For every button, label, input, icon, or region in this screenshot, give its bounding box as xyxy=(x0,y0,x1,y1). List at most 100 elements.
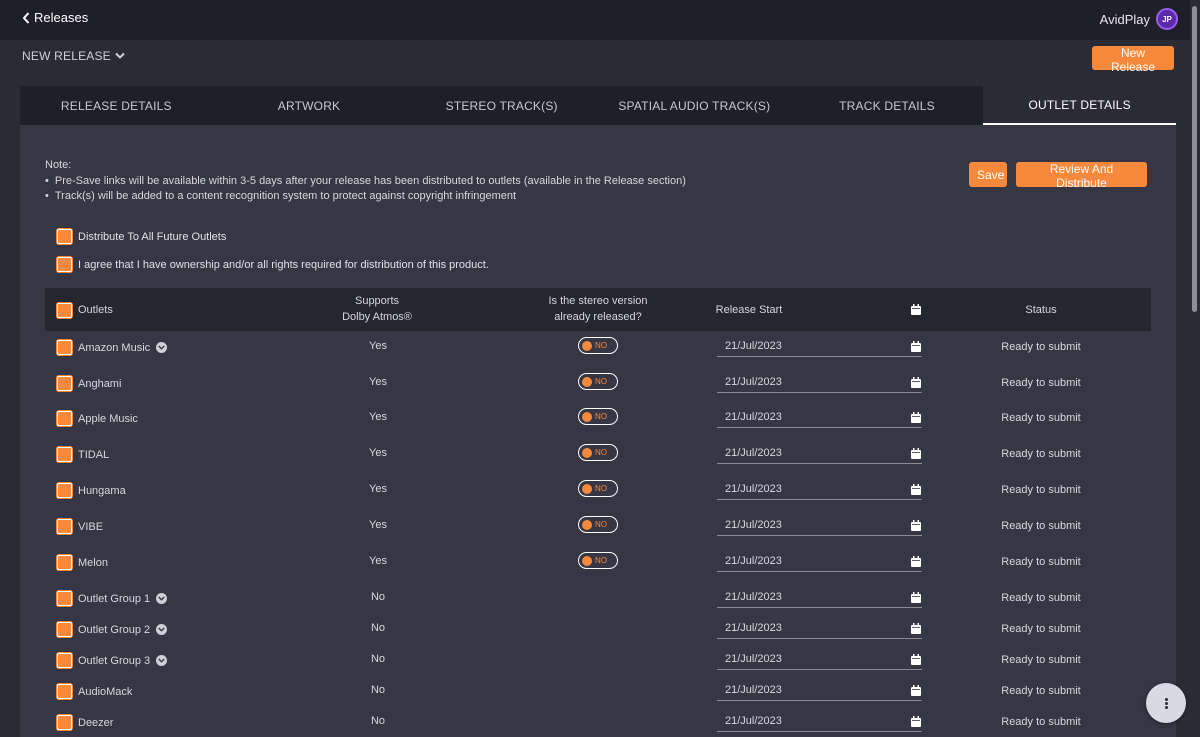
tab-spatial-audio-tracks[interactable]: SPATIAL AUDIO TRACK(S) xyxy=(598,86,791,125)
outlet-checkbox[interactable] xyxy=(57,622,72,637)
calendar-icon[interactable] xyxy=(911,623,921,634)
table-row: Outlet Group 3 No 21/Jul/2023 Ready to subm… xyxy=(45,645,1151,675)
calendar-icon[interactable] xyxy=(911,592,921,603)
calendar-icon[interactable] xyxy=(911,654,921,665)
expand-chevron-icon[interactable] xyxy=(156,593,168,604)
release-start-date-input[interactable]: 21/Jul/2023 xyxy=(717,648,922,670)
outlet-name: Melon xyxy=(78,556,108,569)
new-release-button[interactable]: New Release xyxy=(1092,46,1174,74)
note-item: Pre-Save links will be available within … xyxy=(45,174,686,190)
expand-chevron-icon[interactable] xyxy=(156,655,168,666)
expand-chevron-icon[interactable] xyxy=(156,624,168,635)
toggle-label: NO xyxy=(595,520,607,529)
calendar-icon[interactable] xyxy=(911,448,921,459)
outlet-checkbox[interactable] xyxy=(57,376,72,391)
release-start-date-input[interactable]: 21/Jul/2023 xyxy=(717,514,922,536)
select-all-outlets-checkbox[interactable] xyxy=(57,302,72,318)
outlet-checkbox[interactable] xyxy=(57,340,72,355)
note-title: Note: xyxy=(45,159,72,171)
stereo-released-toggle[interactable]: NO xyxy=(578,408,618,425)
note: Note: Pre-Save links will be available w… xyxy=(45,158,686,205)
release-start-date-value: 21/Jul/2023 xyxy=(725,518,782,531)
atmos-support-value: Yes xyxy=(369,340,387,352)
back-to-releases-link[interactable]: Releases xyxy=(22,10,88,25)
future-outlets-label: Distribute To All Future Outlets xyxy=(78,230,227,243)
status-value: Ready to submit xyxy=(1001,716,1081,728)
calendar-icon[interactable] xyxy=(911,377,921,388)
stereo-released-toggle[interactable]: NO xyxy=(578,444,618,461)
calendar-icon[interactable] xyxy=(911,716,921,727)
tab-release-details[interactable]: RELEASE DETAILS xyxy=(20,86,213,125)
calendar-icon[interactable] xyxy=(911,412,921,423)
calendar-icon[interactable] xyxy=(911,341,921,352)
review-and-distribute-button[interactable]: Review And Distribute xyxy=(1016,162,1147,190)
table-row: Outlet Group 1 No 21/Jul/2023 Ready to subm… xyxy=(45,583,1151,613)
release-start-date-input[interactable]: 21/Jul/2023 xyxy=(717,710,922,732)
tab-track-details[interactable]: TRACK DETAILS xyxy=(791,86,984,125)
outlet-checkbox[interactable] xyxy=(57,483,72,498)
more-actions-button[interactable] xyxy=(1146,683,1186,723)
release-start-date-input[interactable]: 21/Jul/2023 xyxy=(717,679,922,701)
calendar-icon[interactable] xyxy=(911,484,921,495)
expand-chevron-icon[interactable] xyxy=(156,342,168,353)
chevron-down-icon xyxy=(115,52,125,59)
release-start-date-input[interactable]: 21/Jul/2023 xyxy=(717,335,922,357)
outlet-name: AudioMack xyxy=(78,685,133,698)
stereo-released-toggle[interactable]: NO xyxy=(578,552,618,569)
agreement-option: I agree that I have ownership and/or all… xyxy=(57,257,489,272)
outlet-checkbox[interactable] xyxy=(57,447,72,462)
toggle-label: NO xyxy=(595,341,607,350)
outlet-checkbox[interactable] xyxy=(57,411,72,426)
calendar-icon[interactable] xyxy=(911,556,921,567)
outlet-cell: Amazon Music xyxy=(57,340,168,355)
release-start-date-input[interactable]: 21/Jul/2023 xyxy=(717,550,922,572)
outlet-checkbox[interactable] xyxy=(57,591,72,606)
release-start-date-value: 21/Jul/2023 xyxy=(725,683,782,696)
stereo-released-toggle[interactable]: NO xyxy=(578,337,618,354)
release-start-date-input[interactable]: 21/Jul/2023 xyxy=(717,617,922,639)
outlet-name: Outlet Group 2 xyxy=(78,623,151,636)
stereo-released-toggle[interactable]: NO xyxy=(578,480,618,497)
outlet-checkbox[interactable] xyxy=(57,555,72,570)
tab-artwork[interactable]: ARTWORK xyxy=(213,86,406,125)
outlet-name: Deezer xyxy=(78,716,114,729)
release-start-date-input[interactable]: 21/Jul/2023 xyxy=(717,442,922,464)
future-outlets-checkbox[interactable] xyxy=(57,229,72,244)
calendar-icon[interactable] xyxy=(911,520,921,531)
atmos-header-line1: Supports xyxy=(354,295,400,307)
table-row: VIBE Yes NO 21/Jul/2023 Ready to submit xyxy=(45,511,1151,541)
release-start-date-input[interactable]: 21/Jul/2023 xyxy=(717,406,922,428)
toggle-knob xyxy=(582,340,592,351)
toggle-knob xyxy=(582,555,592,566)
toggle-knob xyxy=(582,376,592,387)
toggle-knob xyxy=(582,447,592,458)
release-start-date-input[interactable]: 21/Jul/2023 xyxy=(717,586,922,608)
tab-outlet-details[interactable]: OUTLET DETAILS xyxy=(983,86,1177,125)
outlet-checkbox[interactable] xyxy=(57,653,72,668)
outlet-name: Anghami xyxy=(78,377,122,390)
outlet-cell: Hungama xyxy=(57,483,126,498)
save-button[interactable]: Save xyxy=(969,162,1007,187)
outlet-name: VIBE xyxy=(78,520,104,533)
calendar-icon[interactable] xyxy=(911,304,921,315)
status-value: Ready to submit xyxy=(1001,520,1081,532)
new-release-menu[interactable]: NEW RELEASE xyxy=(22,49,125,63)
page-scrollbar[interactable] xyxy=(1190,0,1200,737)
outlet-checkbox[interactable] xyxy=(57,519,72,534)
agreement-checkbox[interactable] xyxy=(57,257,72,272)
calendar-icon[interactable] xyxy=(911,685,921,696)
scrollbar-thumb[interactable] xyxy=(1192,6,1197,312)
outlet-checkbox[interactable] xyxy=(57,684,72,699)
brand-logo[interactable]: JP xyxy=(1156,8,1178,30)
outlet-cell: Apple Music xyxy=(57,411,138,426)
release-start-date-input[interactable]: 21/Jul/2023 xyxy=(717,478,922,500)
status-header: Status xyxy=(1025,304,1057,316)
outlet-checkbox[interactable] xyxy=(57,715,72,730)
atmos-support-value: No xyxy=(370,622,386,634)
stereo-released-toggle[interactable]: NO xyxy=(578,516,618,533)
table-row: Anghami Yes NO 21/Jul/2023 Ready to submit xyxy=(45,368,1151,398)
release-start-date-input[interactable]: 21/Jul/2023 xyxy=(717,371,922,393)
status-value: Ready to submit xyxy=(1001,412,1081,424)
tab-stereo-tracks[interactable]: STEREO TRACK(S) xyxy=(405,86,598,125)
stereo-released-toggle[interactable]: NO xyxy=(578,373,618,390)
